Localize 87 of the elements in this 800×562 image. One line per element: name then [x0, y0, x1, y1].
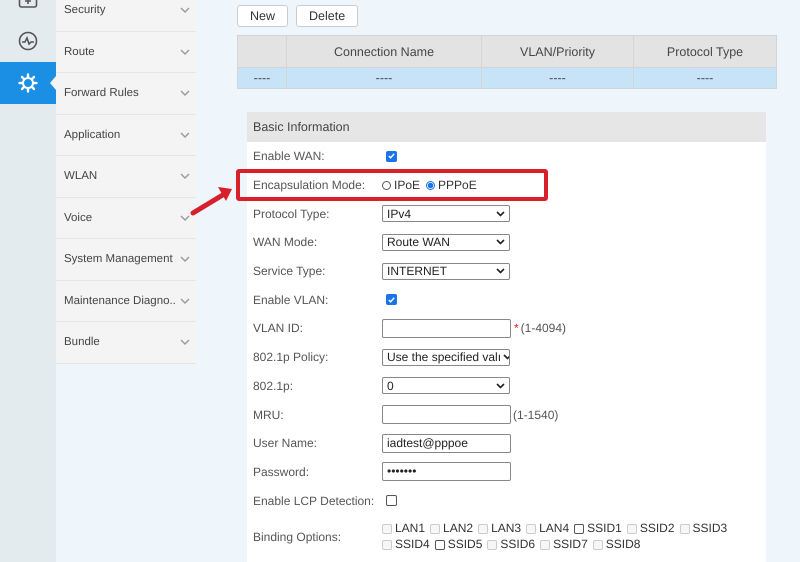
menu-item[interactable]: Application: [56, 114, 196, 156]
chevron-down-icon: [180, 339, 190, 346]
action-button[interactable]: New: [237, 5, 288, 27]
option-label: LAN3: [491, 521, 522, 536]
option-label: LAN4: [539, 521, 570, 536]
dropdown[interactable]: Route WAN: [382, 234, 510, 251]
checkbox[interactable]: [386, 294, 397, 306]
menu-item[interactable]: Maintenance Diagno..: [56, 280, 196, 322]
input-field[interactable]: [382, 318, 511, 338]
field-label: Enable WAN:: [252, 149, 326, 164]
required-mark: *: [514, 321, 519, 336]
field-label: VLAN ID:: [252, 321, 304, 336]
rail-item[interactable]: [0, 62, 56, 104]
range-hint: (1-4094): [520, 321, 566, 336]
checkbox[interactable]: [386, 150, 397, 162]
table-cell: ----: [634, 68, 776, 88]
column-header: Protocol Type: [634, 36, 776, 68]
caret-icon: [503, 354, 509, 360]
gauge-icon: [18, 31, 38, 52]
chevron-down-icon: [180, 256, 190, 262]
chevron-down-icon: [180, 48, 190, 55]
chevron-down-icon: [180, 132, 190, 138]
option-label: PPPoE: [438, 178, 477, 192]
field-label: Binding Options:: [252, 530, 342, 544]
action-button[interactable]: Delete: [296, 5, 358, 27]
dropdown[interactable]: 0: [382, 377, 510, 394]
field-label: 802.1p:: [252, 378, 294, 393]
field-label: MRU:: [252, 408, 285, 422]
checkbox[interactable]: [574, 524, 584, 534]
input-field[interactable]: •••••••: [382, 462, 511, 482]
range-hint: (1-1540): [513, 408, 558, 422]
field-label: Encapsulation Mode:: [252, 178, 366, 192]
menu-item[interactable]: Forward Rules: [56, 73, 196, 114]
option-label: SSID7: [553, 537, 588, 552]
option-label: SSID6: [500, 537, 536, 552]
menu-item[interactable]: System Management: [56, 239, 196, 280]
option-label: SSID4: [395, 537, 430, 552]
option-label: IPoE: [394, 178, 420, 192]
field-label: Enable LCP Detection:: [252, 494, 376, 508]
field-label: Enable VLAN:: [252, 292, 330, 307]
chevron-down-icon: [180, 214, 190, 221]
caret-icon: [496, 210, 505, 217]
menu-item[interactable]: Security: [56, 0, 196, 32]
field-label: WAN Mode:: [252, 235, 318, 250]
chevron-down-icon: [180, 7, 190, 14]
table-cell: ----: [482, 68, 634, 88]
option-label: SSID3: [692, 521, 728, 536]
input-field[interactable]: [382, 405, 511, 424]
option-label: LAN1: [395, 521, 426, 536]
settings-icon: [18, 72, 38, 93]
menu-item[interactable]: Voice: [56, 198, 196, 239]
caret-icon: [496, 382, 505, 389]
field-label: Password:: [252, 464, 310, 479]
caret-icon: [496, 239, 505, 246]
option-label: SSID1: [587, 521, 622, 536]
menu-item[interactable]: WLAN: [56, 156, 196, 198]
checkbox[interactable]: [386, 495, 397, 506]
field-label: 802.1p Policy:: [252, 350, 330, 364]
option-label: LAN2: [443, 521, 474, 536]
dropdown[interactable]: IPv4: [382, 205, 510, 222]
menu-item[interactable]: Bundle: [56, 322, 196, 364]
option-label: SSID2: [640, 521, 674, 536]
option-label: SSID5: [448, 537, 482, 552]
chevron-down-icon: [180, 90, 190, 96]
table-cell: ----: [286, 68, 482, 88]
field-label: Protocol Type:: [252, 206, 330, 221]
dropdown[interactable]: INTERNET: [382, 262, 510, 280]
arrow-drawing: [190, 184, 234, 217]
section-header: Basic Information: [247, 112, 766, 142]
chevron-down-icon: [180, 298, 190, 304]
radio-option[interactable]: PPPoE: [426, 178, 477, 192]
radio-button[interactable]: [382, 180, 391, 190]
column-header: VLAN/Priority: [482, 36, 634, 68]
radio-button[interactable]: [426, 180, 436, 190]
menu-item[interactable]: Route: [56, 32, 196, 73]
table-cell: ----: [238, 68, 286, 88]
column-header: Connection Name: [286, 36, 482, 68]
chevron-down-icon: [180, 173, 190, 180]
radio-option[interactable]: IPoE: [382, 178, 420, 192]
checkbox[interactable]: [434, 540, 445, 550]
field-label: User Name:: [252, 436, 318, 450]
caret-icon: [496, 268, 505, 274]
option-label: SSID8: [606, 537, 640, 552]
column-header: [238, 36, 286, 68]
dropdown[interactable]: Use the specified valı: [382, 348, 510, 366]
input-field[interactable]: iadtest@pppoe: [382, 434, 511, 453]
field-label: Service Type:: [252, 264, 326, 278]
